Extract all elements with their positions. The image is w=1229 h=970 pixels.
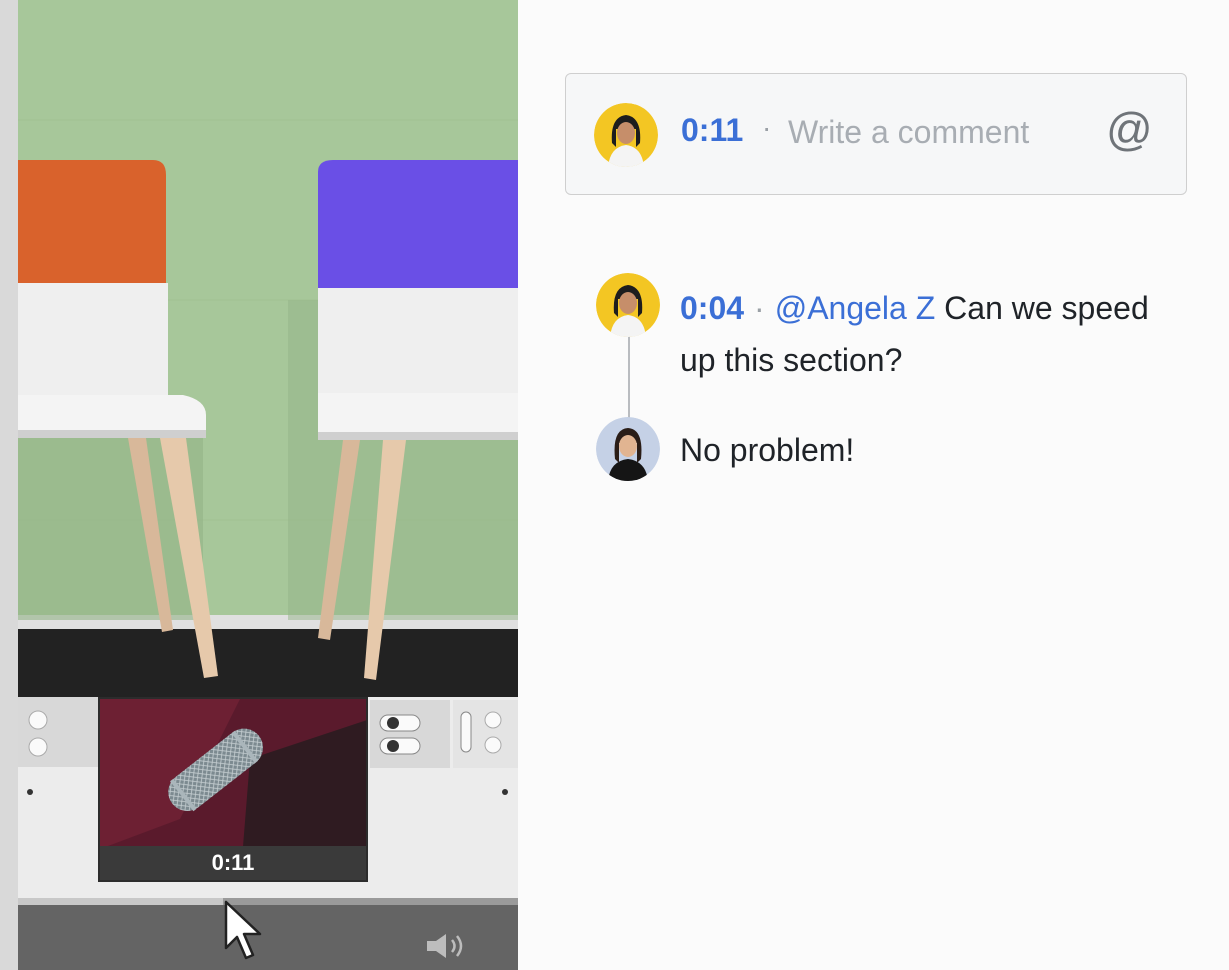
reply-avatar xyxy=(596,417,660,481)
commenter-avatar xyxy=(596,273,660,337)
separator-dot: · xyxy=(754,290,765,326)
comment-timestamp[interactable]: 0:11 xyxy=(681,112,743,149)
volume-icon[interactable] xyxy=(425,932,473,960)
comment-timestamp-link[interactable]: 0:04 xyxy=(680,290,744,326)
comment-input-box[interactable]: 0:11 · Write a comment @ xyxy=(565,73,1187,195)
at-icon[interactable]: @ xyxy=(1106,102,1153,156)
comment-input-placeholder[interactable]: Write a comment xyxy=(788,114,1029,151)
separator-dot: · xyxy=(762,112,772,143)
scrub-preview-thumbnail: 0:11 xyxy=(98,697,368,882)
arrow-cursor-icon xyxy=(224,900,262,960)
reply-body: No problem! xyxy=(680,432,855,468)
thread-connector xyxy=(628,336,630,420)
progress-bar[interactable] xyxy=(18,898,518,905)
progress-fill xyxy=(18,898,223,905)
video-player[interactable]: 0:11 xyxy=(0,0,518,970)
user-mention[interactable]: @Angela Z xyxy=(775,290,936,326)
current-user-avatar xyxy=(594,103,658,167)
comments-panel: 0:11 · Write a comment @ 0:04 · @Angela Z … xyxy=(518,0,1229,970)
app-root: 0:11 0:11 · Write a comment @ 0:04 · @An… xyxy=(0,0,1229,970)
preview-timestamp: 0:11 xyxy=(100,846,366,880)
comment-item: 0:04 · @Angela Z Can we speed up this sect… xyxy=(680,282,1150,386)
